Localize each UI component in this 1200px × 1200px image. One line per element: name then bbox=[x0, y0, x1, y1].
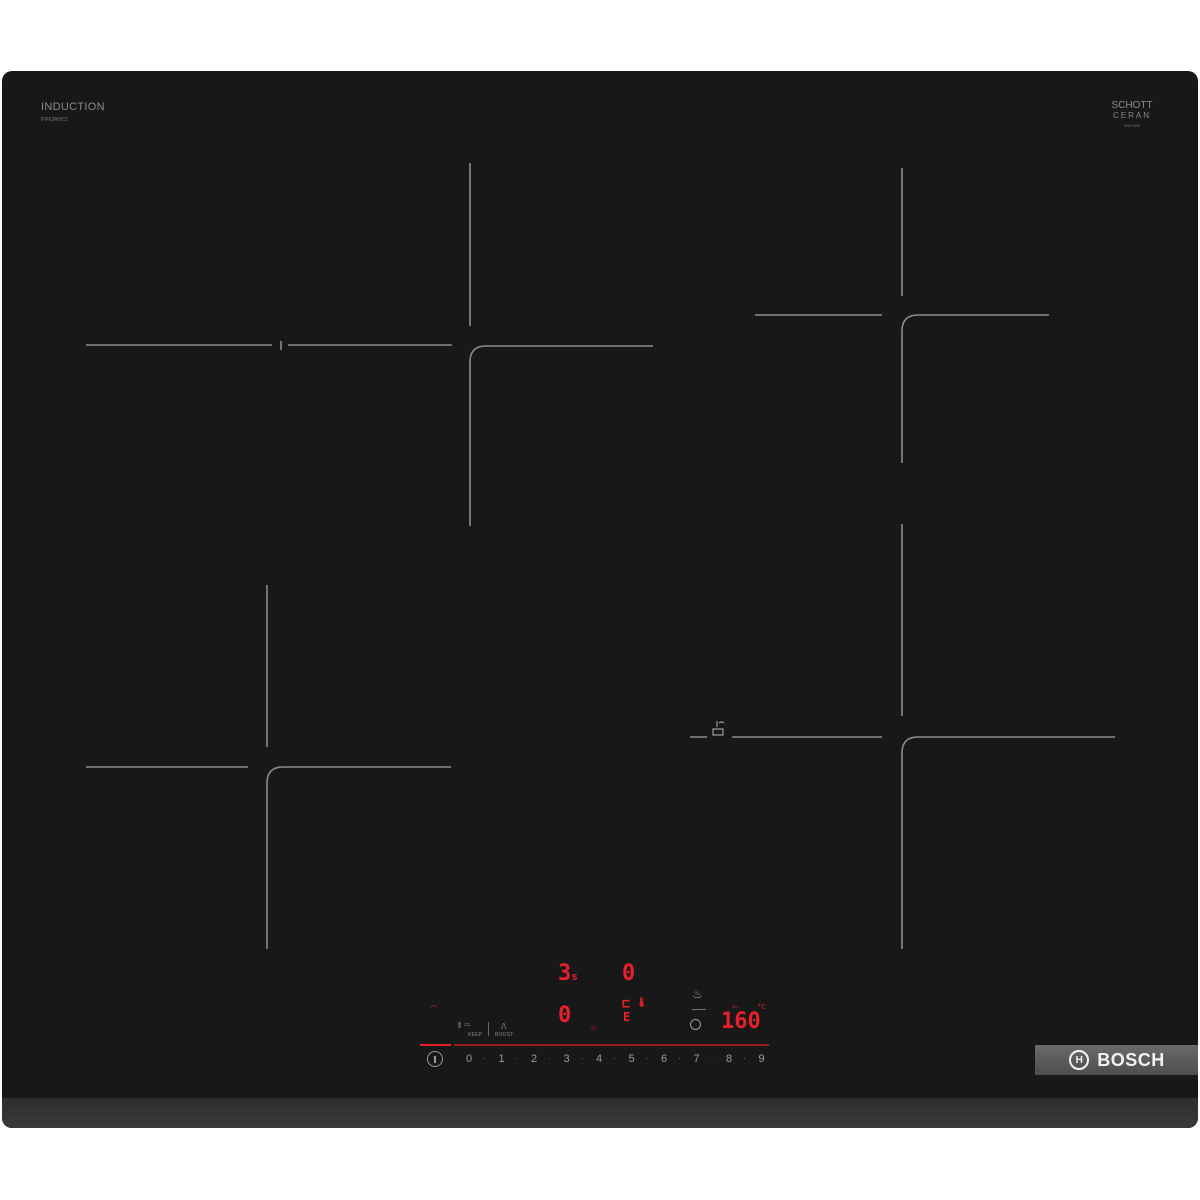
thermometer-icon: 🌡 bbox=[636, 998, 648, 1008]
brand-name: BOSCH bbox=[1097, 1049, 1165, 1070]
glass-code: 0007005 bbox=[1124, 123, 1140, 128]
power-level-2[interactable]: 2 bbox=[531, 1053, 537, 1065]
favorite-star-icon[interactable]: ☆ bbox=[590, 1021, 597, 1033]
power-level-6[interactable]: 6 bbox=[661, 1053, 667, 1065]
keep-warm-label: KEEP bbox=[468, 1032, 483, 1038]
cooking-zone-select-icon[interactable]: ⫴ ▭ bbox=[458, 1021, 471, 1031]
induction-label: INDUCTION bbox=[41, 101, 105, 113]
power-level-8[interactable]: 8 bbox=[726, 1053, 732, 1065]
boost-icon[interactable]: ᐱ bbox=[501, 1022, 507, 1031]
scale-dot: · bbox=[613, 1053, 616, 1063]
bosch-logo-icon: H bbox=[1069, 1050, 1090, 1070]
power-level-3[interactable]: 3 bbox=[564, 1053, 570, 1065]
scale-dot: · bbox=[580, 1053, 584, 1063]
power-button[interactable] bbox=[427, 1051, 443, 1067]
ceran-label: CERAN bbox=[1112, 111, 1151, 120]
zone-front-display: 0 bbox=[558, 1003, 572, 1028]
timer-clock-icon[interactable] bbox=[690, 1019, 701, 1030]
sensor-divider bbox=[692, 1009, 706, 1010]
schott-label: SCHOTT bbox=[1111, 100, 1153, 111]
power-level-5[interactable]: 5 bbox=[629, 1053, 635, 1065]
max-temp-label: max bbox=[732, 1004, 740, 1009]
divider bbox=[488, 1022, 489, 1036]
scale-dot: · bbox=[483, 1053, 486, 1063]
scale-dot: · bbox=[710, 1053, 714, 1063]
pan-sensor-icon[interactable]: ♨ bbox=[692, 987, 703, 1001]
power-level-1[interactable]: 1 bbox=[499, 1053, 505, 1065]
induction-cooktop: INDUCTION PIF63RHC1 SCHOTT CERAN 0007005… bbox=[2, 71, 1198, 1128]
flex-zone-icon[interactable]: ⊏ bbox=[622, 997, 630, 1011]
wifi-icon[interactable]: ◠ bbox=[431, 1004, 436, 1013]
model-branding: INDUCTION PIF63RHC1 bbox=[41, 101, 105, 123]
power-level-0[interactable]: 0 bbox=[466, 1053, 472, 1065]
zone-rear-display: 0 bbox=[622, 961, 636, 986]
scale-dot: · bbox=[515, 1053, 519, 1063]
model-number: PIF63RHC1 bbox=[41, 117, 68, 123]
temperature-unit: °C bbox=[757, 1003, 766, 1011]
fry-sensor-icon[interactable]: E bbox=[623, 1011, 630, 1023]
frame-edge bbox=[2, 1098, 1198, 1128]
scale-dot: · bbox=[678, 1053, 681, 1063]
power-icon bbox=[434, 1055, 436, 1063]
timer-display: 3s bbox=[558, 963, 578, 985]
boost-label: BOOST bbox=[495, 1032, 514, 1038]
bosch-badge: H BOSCH bbox=[1035, 1045, 1198, 1075]
power-level-9[interactable]: 9 bbox=[759, 1053, 765, 1065]
cooking-zone-markings bbox=[86, 163, 1115, 1046]
temperature-display: 160 bbox=[721, 1009, 761, 1034]
timer-unit: s bbox=[571, 970, 578, 983]
glass-branding: SCHOTT CERAN 0007005 bbox=[1102, 100, 1162, 129]
power-level-7[interactable]: 7 bbox=[694, 1053, 700, 1065]
power-level-4[interactable]: 4 bbox=[596, 1053, 602, 1065]
timer-value: 3 bbox=[558, 961, 572, 986]
scale-dot: · bbox=[548, 1053, 551, 1063]
scale-dot: · bbox=[743, 1053, 746, 1063]
scale-dot: · bbox=[645, 1053, 649, 1063]
